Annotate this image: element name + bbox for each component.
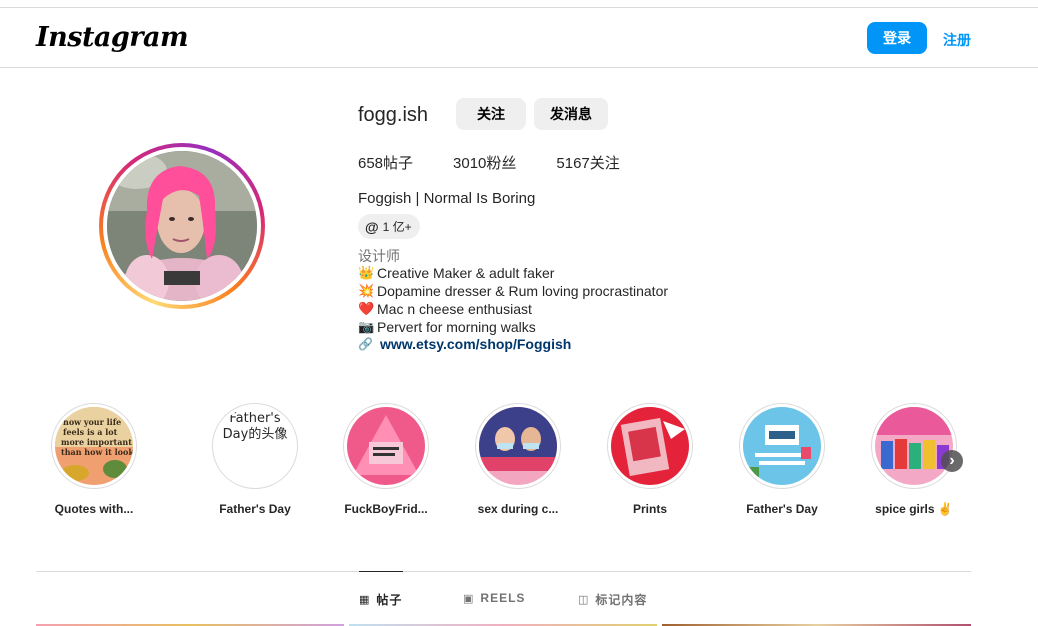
highlight-label: spice girls ✌️ <box>875 502 953 516</box>
highlight-cover <box>479 407 557 485</box>
highlight-ring[interactable]: Father's Day的头像 <box>212 403 298 489</box>
tab-reels[interactable]: ▣ REELS <box>463 591 525 605</box>
threads-badge-count: 1 亿+ <box>382 220 412 234</box>
instagram-logo[interactable]: Instagram <box>36 22 189 53</box>
profile-link-text[interactable]: www.etsy.com/shop/Foggish <box>380 336 571 352</box>
highlight-item[interactable]: Father's Day的头像 Father's Day <box>205 403 305 516</box>
crown-icon: 👑 <box>358 265 375 280</box>
highlight-item[interactable]: Prints <box>600 403 700 516</box>
login-button[interactable]: 登录 <box>867 22 927 54</box>
highlight-item[interactable]: how your life feels is a lot more import… <box>44 403 144 516</box>
threads-icon: @ <box>365 218 379 235</box>
bio-text: Pervert for morning walks <box>377 319 536 335</box>
tagged-icon: ◫ <box>578 594 590 606</box>
highlight-cover <box>743 407 821 485</box>
highlight-cover <box>347 407 425 485</box>
highlight-label: Father's Day <box>746 502 818 516</box>
svg-text:more important: more important <box>61 437 132 447</box>
highlight-item[interactable]: FuckBoyFrid... <box>336 403 436 516</box>
svg-text:feels is a lot: feels is a lot <box>63 427 118 437</box>
svg-text:than how it looks: than how it looks <box>61 447 133 457</box>
follow-button[interactable]: 关注 <box>456 98 526 130</box>
highlight-label: Prints <box>632 502 667 516</box>
heart-icon: ❤️ <box>358 301 375 316</box>
profile-full-name: Foggish | Normal Is Boring <box>358 190 536 207</box>
link-icon: 🔗 <box>358 337 373 351</box>
reels-icon: ▣ <box>463 592 475 605</box>
svg-text:how your life: how your life <box>63 417 121 427</box>
highlight-cover: Father's Day的头像 <box>216 407 294 485</box>
highlight-item[interactable]: sex during c... <box>468 403 568 516</box>
profile-link[interactable]: 🔗 www.etsy.com/shop/Foggish <box>358 336 571 352</box>
profile-category: 设计师 <box>358 248 400 264</box>
grid-icon: ▦ <box>359 594 371 606</box>
active-tab-indicator <box>359 571 403 572</box>
story-ring[interactable] <box>99 143 265 309</box>
following-count[interactable]: 5167关注 <box>556 152 619 173</box>
tab-tagged[interactable]: ◫ 标记内容 <box>578 591 647 608</box>
collision-icon: 💥 <box>358 283 375 298</box>
threads-badge[interactable]: @ 1 亿+ <box>358 214 420 239</box>
highlight-cover <box>611 407 689 485</box>
profile-username: fogg.ish <box>358 104 429 126</box>
camera-icon: 📷 <box>358 319 375 334</box>
signup-link[interactable]: 注册 <box>943 30 971 50</box>
highlight-cover <box>875 407 953 485</box>
tab-label: REELS <box>480 591 526 605</box>
highlight-ring[interactable] <box>607 403 693 489</box>
tab-label: 帖子 <box>376 593 403 607</box>
tab-label: 标记内容 <box>595 593 648 607</box>
message-button[interactable]: 发消息 <box>534 98 608 130</box>
highlight-label: sex during c... <box>477 502 559 516</box>
highlight-label: Quotes with... <box>54 502 134 516</box>
highlight-label: FuckBoyFrid... <box>344 502 428 516</box>
bio-line: ❤️ Mac n cheese enthusiast <box>358 300 668 318</box>
tab-posts[interactable]: ▦ 帖子 <box>359 591 402 608</box>
bio-line: 💥 Dopamine dresser & Rum loving procrast… <box>358 282 668 300</box>
highlight-label: Father's Day <box>219 502 291 516</box>
bio-text: Creative Maker & adult faker <box>377 265 555 281</box>
highlight-item[interactable]: Father's Day <box>732 403 832 516</box>
profile-stats: 658帖子 3010粉丝 5167关注 <box>358 152 660 173</box>
highlight-ring[interactable] <box>871 403 957 489</box>
highlight-ring[interactable] <box>343 403 429 489</box>
bio-line: 📷 Pervert for morning walks <box>358 318 668 336</box>
chevron-right-icon[interactable]: › <box>941 450 963 472</box>
highlight-cover: how your life feels is a lot more import… <box>55 407 133 485</box>
bio-line: 👑 Creative Maker & adult faker <box>358 264 668 282</box>
bio-text: Dopamine dresser & Rum loving procrastin… <box>377 283 669 299</box>
profile-bio: 👑 Creative Maker & adult faker 💥 Dopamin… <box>358 264 668 336</box>
bio-text: Mac n cheese enthusiast <box>377 301 532 317</box>
broken-image-alt: Father's Day的头像 <box>222 411 288 442</box>
highlight-ring[interactable]: how your life feels is a lot more import… <box>51 403 137 489</box>
tab-divider <box>36 571 971 572</box>
followers-count[interactable]: 3010粉丝 <box>453 152 516 173</box>
avatar-gap <box>103 147 261 305</box>
posts-count: 658帖子 <box>358 155 414 172</box>
avatar[interactable] <box>107 151 257 301</box>
highlight-ring[interactable] <box>739 403 825 489</box>
highlight-ring[interactable] <box>475 403 561 489</box>
top-header: Instagram 登录 注册 <box>0 7 1038 68</box>
